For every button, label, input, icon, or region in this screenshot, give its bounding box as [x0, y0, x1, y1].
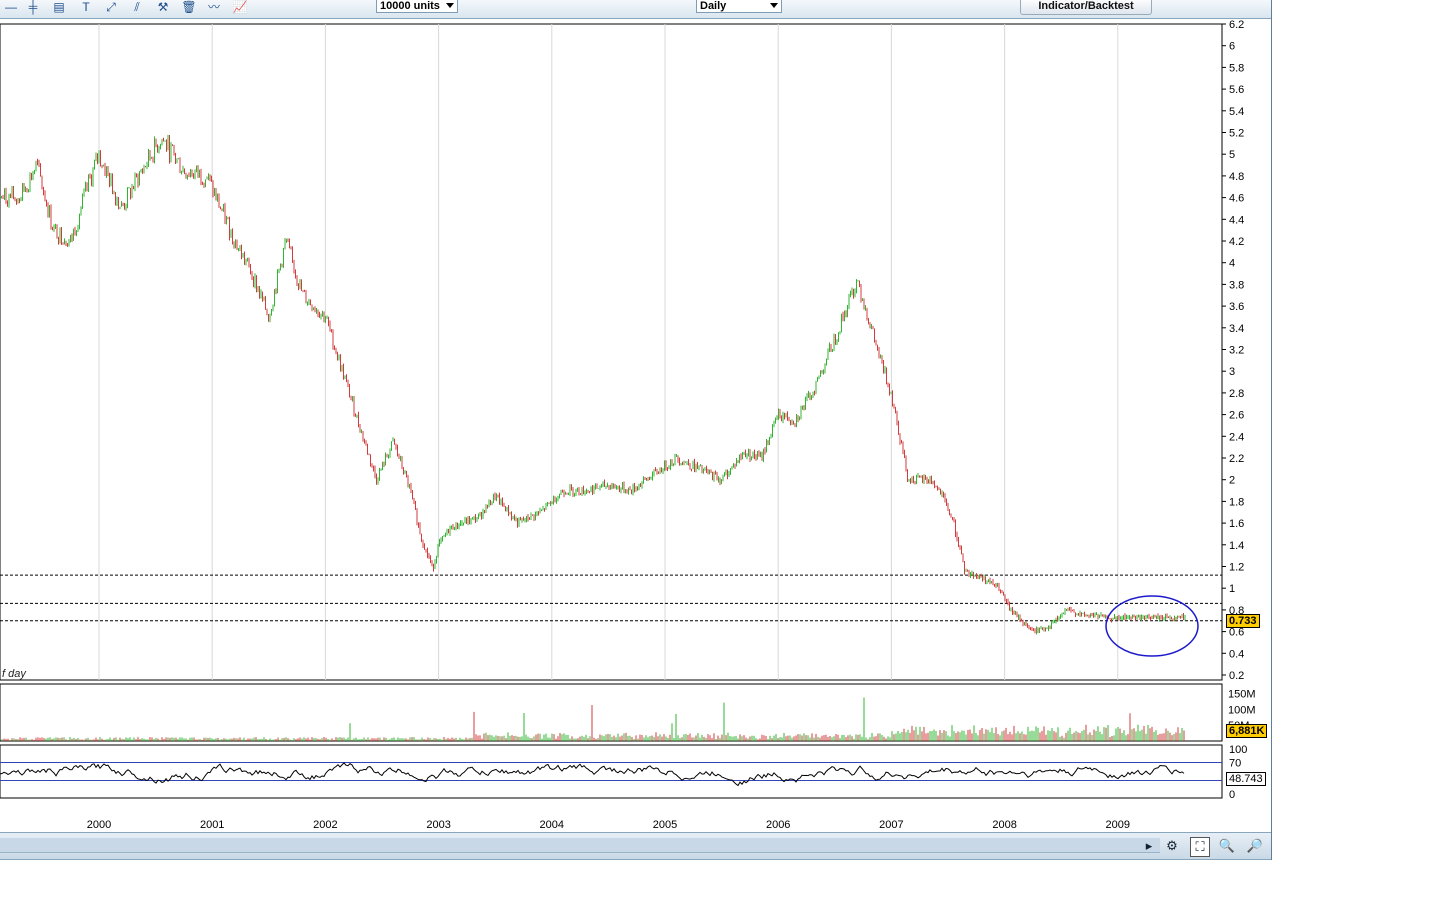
volume-tick-label: 100M	[1228, 704, 1256, 716]
y-tick-label: 4	[1229, 258, 1235, 270]
y-tick-label: 5	[1229, 149, 1235, 161]
rsi-tick-label: 100	[1229, 744, 1247, 756]
x-tick-label: 2003	[426, 819, 450, 831]
y-tick-label: 0.4	[1229, 648, 1244, 660]
y-tick-label: 3.8	[1229, 279, 1244, 291]
x-tick-label: 2006	[766, 819, 790, 831]
volume-bars	[1, 697, 1185, 741]
y-tick-label: 4.8	[1229, 171, 1244, 183]
y-tick-label: 4.2	[1229, 236, 1244, 248]
y-tick-label: 3.2	[1229, 345, 1244, 357]
x-tick-label: 2000	[87, 819, 111, 831]
last-price-tag: 0.733	[1226, 614, 1260, 628]
rsi-panel-frame	[0, 744, 1223, 799]
y-tick-label: 4.6	[1229, 193, 1244, 205]
x-tick-label: 2008	[992, 819, 1016, 831]
chart-footer-label: f day	[2, 668, 26, 680]
price-panel-frame	[0, 23, 1223, 681]
y-tick-label: 0.6	[1229, 627, 1244, 639]
y-tick-label: 1.8	[1229, 496, 1244, 508]
price-chart[interactable]: 2000 2001 2002 2003 2004 2005 2006 2007 2008 2009…	[0, 0, 1271, 832]
y-tick-label: 1	[1229, 583, 1235, 595]
y-tick-label: 3	[1229, 366, 1235, 378]
y-tick-label: 1.2	[1229, 562, 1244, 574]
play-icon[interactable]: ▸	[1140, 837, 1158, 855]
last-volume-tag: 6,881K	[1226, 724, 1268, 738]
y-tick-label: 5.6	[1229, 84, 1244, 96]
volume-tick-label: 150M	[1228, 689, 1256, 701]
zoom-out-icon[interactable]: 🔍	[1218, 837, 1236, 855]
volume-panel-frame	[0, 683, 1223, 742]
y-tick-label: 5.8	[1229, 62, 1244, 74]
y-tick-label: 2.8	[1229, 388, 1244, 400]
y-tick-label: 1.4	[1229, 540, 1244, 552]
zoom-in-icon[interactable]: 🔎	[1246, 837, 1264, 855]
y-tick-label: 2	[1229, 475, 1235, 487]
zoom-fit-icon[interactable]: ⛶	[1190, 837, 1210, 857]
horizontal-scrollbar[interactable]	[0, 838, 1160, 853]
x-tick-label: 2009	[1106, 819, 1130, 831]
last-rsi-tag: 48.743	[1226, 772, 1266, 786]
rsi-tick-label: 70	[1229, 758, 1241, 770]
y-tick-label: 2.2	[1229, 453, 1244, 465]
y-tick-label: 4.4	[1229, 214, 1244, 226]
x-tick-label: 2005	[653, 819, 677, 831]
y-tick-label: 5.4	[1229, 106, 1244, 118]
y-tick-label: 3.4	[1229, 323, 1244, 335]
y-tick-label: 6.2	[1229, 19, 1244, 31]
y-tick-label: 3.6	[1229, 301, 1244, 313]
x-tick-label: 2002	[313, 819, 337, 831]
x-tick-label: 2004	[540, 819, 564, 831]
y-tick-label: 1.6	[1229, 518, 1244, 530]
y-tick-label: 0.2	[1229, 670, 1244, 682]
y-tick-label: 6	[1229, 41, 1235, 53]
price-series	[1, 134, 1186, 635]
x-tick-label: 2007	[879, 819, 903, 831]
x-tick-label: 2001	[200, 819, 224, 831]
y-tick-label: 5.2	[1229, 128, 1244, 140]
bottom-toolbar: ▸ ⚙ ⛶ 🔍 🔎	[0, 832, 1271, 860]
highlight-circle	[1105, 595, 1199, 657]
rsi-tick-label: 0	[1229, 789, 1235, 801]
window-border	[1271, 0, 1272, 860]
chart-settings-icon[interactable]: ⚙	[1163, 837, 1181, 855]
y-tick-label: 2.6	[1229, 410, 1244, 422]
rsi-line	[0, 762, 1185, 787]
y-tick-label: 2.4	[1229, 431, 1244, 443]
